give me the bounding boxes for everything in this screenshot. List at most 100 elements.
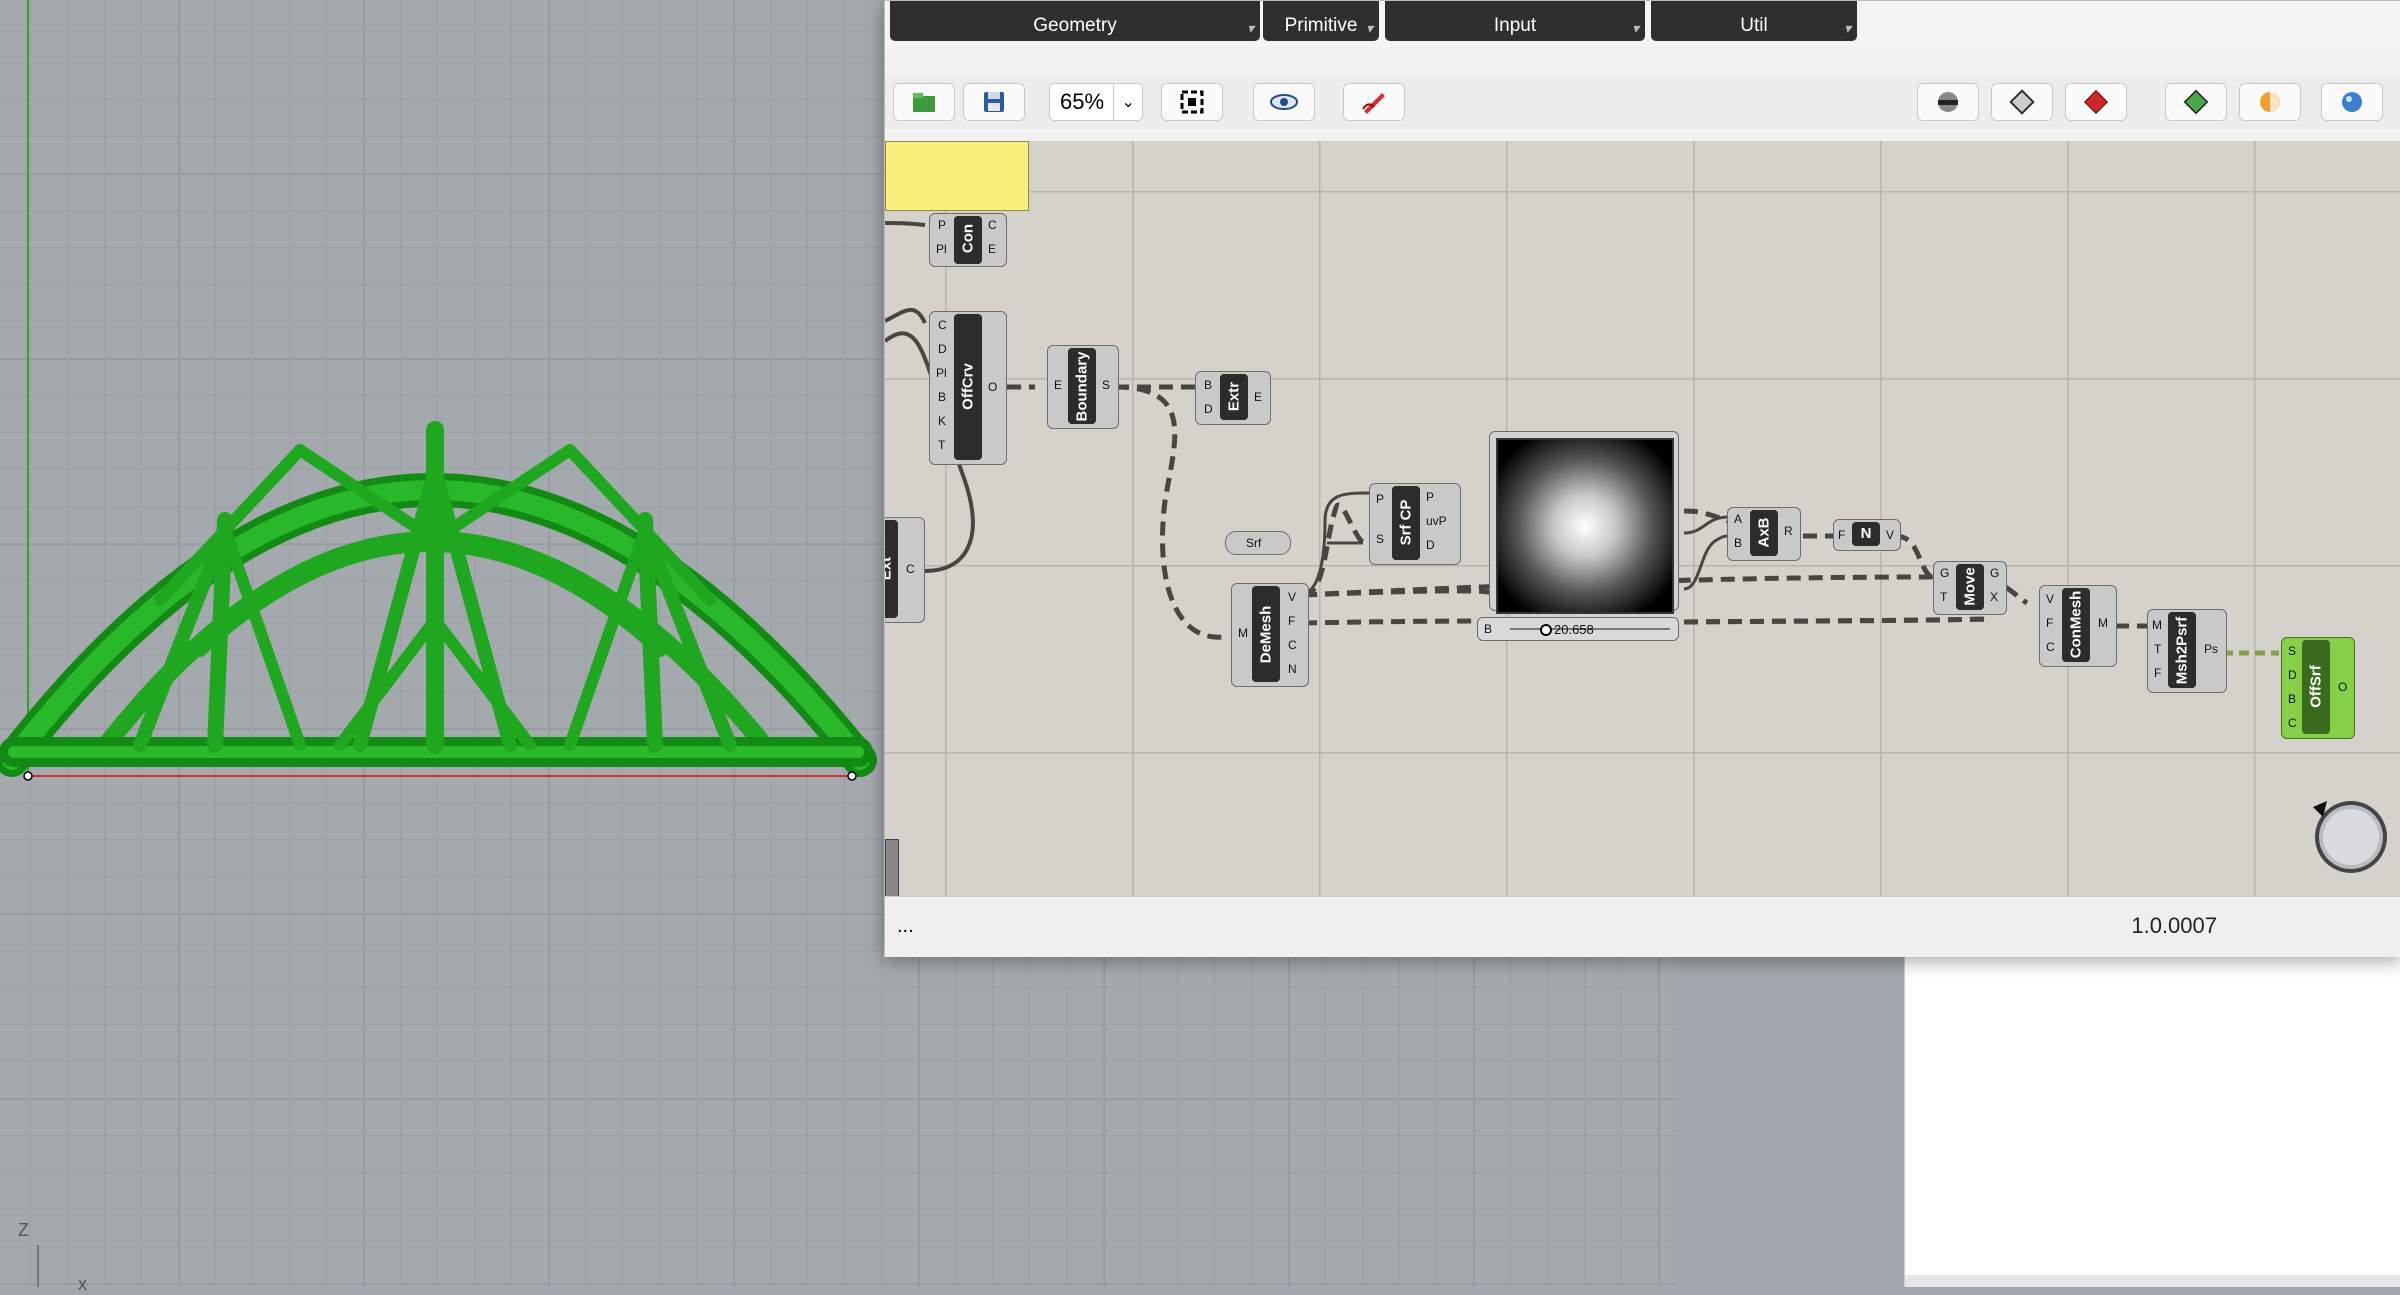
offsrf-input-s[interactable]: S — [2288, 644, 2296, 658]
offcrv-component[interactable]: OffCrv C D Pl B K T O — [929, 311, 1007, 465]
msh2psrf-input-m[interactable]: M — [2152, 618, 2162, 632]
tab-primitive[interactable]: Primitive ▾ — [1263, 1, 1379, 41]
move-component[interactable]: Move G T G X — [1933, 561, 2007, 615]
sketch-button[interactable] — [1343, 83, 1405, 121]
selected-preview-button[interactable] — [2165, 83, 2227, 121]
demesh-output-c[interactable]: C — [1288, 638, 1297, 652]
move-input-t[interactable]: T — [1940, 590, 1947, 604]
demesh-output-n[interactable]: N — [1288, 662, 1297, 676]
srf-param[interactable]: Srf — [1225, 531, 1291, 555]
msh2psrf-input-t[interactable]: T — [2154, 642, 2161, 656]
offsrf-component[interactable]: OffSrf S D B C O — [2281, 637, 2355, 739]
ext-output-c[interactable]: C — [906, 562, 915, 576]
slider-knob[interactable] — [1540, 624, 1552, 636]
extr-component[interactable]: Extr B D E — [1195, 371, 1271, 425]
boundary-input-e[interactable]: E — [1054, 378, 1062, 392]
con-output-e[interactable]: E — [988, 242, 996, 256]
offsrf-input-d[interactable]: D — [2288, 668, 2297, 682]
srfcp-input-p[interactable]: P — [1376, 492, 1384, 506]
srfcp-output-uvp[interactable]: uvP — [1426, 514, 1447, 528]
con-component[interactable]: Con P Pl C E — [929, 213, 1007, 267]
offsrf-output-o[interactable]: O — [2338, 680, 2347, 694]
axb-input-a[interactable]: A — [1734, 512, 1742, 526]
tab-input[interactable]: Input ▾ — [1385, 1, 1645, 41]
conmesh-component[interactable]: ConMesh V F C M — [2039, 585, 2117, 667]
demesh-output-f[interactable]: F — [1288, 614, 1295, 628]
msh2psrf-input-f[interactable]: F — [2154, 666, 2161, 680]
msh2psrf-output-ps[interactable]: Ps — [2204, 642, 2218, 656]
side-panel-scrollbar[interactable] — [1905, 1275, 2400, 1287]
axb-output-r[interactable]: R — [1784, 524, 1793, 538]
x-axis-label: x — [78, 1274, 87, 1294]
canvas-scroll-handle[interactable] — [885, 839, 899, 896]
offcrv-output-o[interactable]: O — [988, 380, 997, 394]
status-message: ... — [897, 915, 914, 937]
conmesh-output-m[interactable]: M — [2098, 616, 2108, 630]
zoom-select[interactable]: 65% ⌄ — [1049, 83, 1143, 121]
ext-label: Ext — [885, 556, 895, 581]
boundary-component[interactable]: Boundary E S — [1047, 345, 1119, 429]
axb-component[interactable]: AxB A B R — [1727, 507, 1801, 561]
offsrf-input-c[interactable]: C — [2288, 716, 2297, 730]
render-button[interactable] — [2321, 83, 2383, 121]
move-output-x[interactable]: X — [1990, 590, 1998, 604]
material-button[interactable] — [2239, 83, 2301, 121]
offcrv-input-pl[interactable]: Pl — [936, 366, 947, 380]
extr-input-b[interactable]: B — [1204, 378, 1212, 392]
preview-mode-button[interactable] — [1917, 83, 1979, 121]
boundary-output-s[interactable]: S — [1102, 378, 1110, 392]
canvas-navigation-widget[interactable] — [2305, 791, 2391, 877]
offcrv-input-c[interactable]: C — [938, 318, 947, 332]
move-output-g[interactable]: G — [1990, 566, 1999, 580]
msh2psrf-component[interactable]: Msh2Psrf M T F Ps — [2147, 609, 2227, 693]
conmesh-input-c[interactable]: C — [2046, 640, 2055, 654]
con-input-p[interactable]: P — [938, 218, 946, 232]
move-input-g[interactable]: G — [1940, 566, 1949, 580]
zoom-extents-button[interactable] — [1161, 83, 1223, 121]
srfcp-input-s[interactable]: S — [1376, 532, 1384, 546]
slider-component[interactable]: B 20.658 — [1477, 617, 1679, 641]
offcrv-input-d[interactable]: D — [938, 342, 947, 356]
con-output-c[interactable]: C — [988, 218, 997, 232]
component-tabbar: Geometry ▾ Primitive ▾ Input ▾ Util ▾ — [885, 1, 2400, 47]
ext-component[interactable]: Ext C — [885, 517, 925, 623]
offcrv-input-t[interactable]: T — [938, 438, 945, 452]
srfcp-component[interactable]: Srf CP P S P uvP D — [1369, 483, 1461, 565]
save-icon — [984, 92, 1004, 112]
save-button[interactable] — [963, 83, 1025, 121]
offcrv-input-k[interactable]: K — [938, 414, 946, 428]
open-file-button[interactable] — [893, 83, 955, 121]
preview-button[interactable] — [1253, 83, 1315, 121]
axb-input-b[interactable]: B — [1734, 536, 1742, 550]
wireframe-button[interactable] — [1991, 83, 2053, 121]
con-input-pl[interactable]: Pl — [936, 242, 947, 256]
srf-param-label: Srf — [1246, 536, 1262, 550]
offcrv-input-b[interactable]: B — [938, 390, 946, 404]
demesh-output-v[interactable]: V — [1288, 590, 1296, 604]
zoom-value: 65% — [1060, 89, 1105, 114]
selected-preview-icon — [2183, 89, 2209, 115]
grasshopper-canvas[interactable]: Con P Pl C E OffCrv C D Pl B K T O Bound… — [885, 141, 2400, 896]
shaded-button[interactable] — [2065, 83, 2127, 121]
slider-input-b[interactable]: B — [1484, 622, 1492, 636]
conmesh-input-v[interactable]: V — [2046, 592, 2054, 606]
tab-util[interactable]: Util ▾ — [1651, 1, 1857, 41]
offsrf-input-b[interactable]: B — [2288, 692, 2296, 706]
extr-output-e[interactable]: E — [1254, 390, 1262, 404]
gradient-preview — [1496, 438, 1674, 614]
offsrf-label: OffSrf — [2307, 665, 2325, 708]
negative-input-f[interactable]: F — [1838, 528, 1845, 542]
demesh-input-m[interactable]: M — [1238, 626, 1248, 640]
negative-component[interactable]: N F V — [1833, 519, 1901, 551]
conmesh-input-f[interactable]: F — [2046, 616, 2053, 630]
negative-output-v[interactable]: V — [1886, 528, 1894, 542]
offcrv-label: OffCrv — [959, 363, 977, 410]
yellow-panel[interactable] — [885, 141, 1029, 211]
srfcp-output-d[interactable]: D — [1426, 538, 1435, 552]
extr-input-d[interactable]: D — [1204, 402, 1213, 416]
demesh-component[interactable]: DeMesh M V F C N — [1231, 583, 1309, 687]
gradient-image-component[interactable] — [1489, 431, 1679, 614]
tab-geometry[interactable]: Geometry ▾ — [890, 1, 1260, 41]
srfcp-output-p[interactable]: P — [1426, 490, 1434, 504]
version-label: 1.0.0007 — [2131, 913, 2217, 938]
